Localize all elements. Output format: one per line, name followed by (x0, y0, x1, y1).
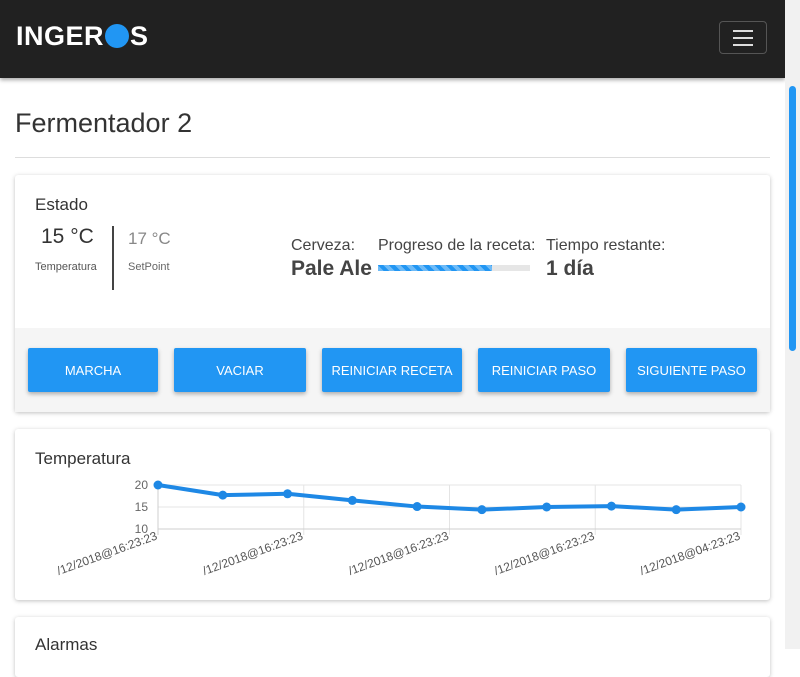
remaining-time-label: Tiempo restante: (546, 237, 666, 254)
alarms-title: Alarmas (35, 635, 98, 654)
temperature-chart-card: Temperatura 10 15 20/12/2018@16:23:23/12/2… (15, 429, 770, 600)
brand-name-left: INGER (16, 20, 105, 51)
marcha-button[interactable]: MARCHA (28, 348, 158, 392)
menu-bar-icon (733, 43, 753, 46)
alarms-card: Alarmas (15, 617, 770, 677)
temperature-data-point (736, 502, 746, 512)
scrollbar-thumb[interactable] (789, 86, 796, 351)
temperature-data-point (477, 505, 487, 515)
hamburger-menu-button[interactable] (719, 21, 767, 54)
temperature-data-point (671, 505, 681, 515)
menu-bar-icon (733, 29, 753, 32)
siguiente-paso-button[interactable]: SIGUIENTE PASO (626, 348, 757, 392)
temperature-data-point (283, 489, 293, 499)
temperature-data-point (218, 490, 228, 500)
vaciar-button[interactable]: VACIAR (174, 348, 306, 392)
y-tick-label: 15 (135, 500, 149, 514)
x-tick-label: /12/2018@16:23:23 (346, 529, 450, 578)
reiniciar-paso-button[interactable]: REINICIAR PASO (478, 348, 610, 392)
temperature-line-chart: 101520/12/2018@16:23:23/12/2018@16:23:23… (55, 478, 746, 578)
logo-dot-icon (105, 24, 130, 48)
temperature-data-point (153, 480, 163, 490)
x-tick-label: /12/2018@16:23:23 (492, 529, 596, 578)
x-tick-label: /12/2018@16:23:23 (55, 529, 159, 578)
brand-logo[interactable]: INGER S (16, 18, 149, 54)
setpoint-label: SetPoint (128, 261, 170, 273)
menu-bar-icon (733, 36, 753, 39)
remaining-time-value: 1 día (546, 257, 594, 280)
estado-title: Estado (35, 195, 88, 214)
action-button-bar: MARCHA VACIAR REINICIAR RECETA REINICIAR… (15, 328, 770, 412)
recipe-progress-bar (378, 265, 530, 271)
temperature-data-point (347, 495, 357, 505)
reiniciar-receta-button[interactable]: REINICIAR RECETA (322, 348, 462, 392)
recipe-progress-label: Progreso de la receta: (378, 237, 536, 254)
y-tick-label: 20 (135, 478, 149, 492)
setpoint-value: 17 °C (128, 229, 171, 248)
x-tick-label: /12/2018@16:23:23 (201, 529, 305, 578)
temperature-data-point (412, 502, 422, 512)
navbar: INGER S (0, 0, 785, 78)
status-divider (112, 226, 114, 290)
beer-label: Cerveza: (291, 237, 356, 254)
temperature-value: 15 °C (41, 225, 94, 248)
temperature-label: Temperatura (35, 261, 97, 273)
x-tick-label: /12/2018@04:23:23 (638, 529, 742, 578)
estado-card: Estado 15 °C Temperatura 17 °C SetPoint … (15, 175, 770, 412)
page-scrollbar[interactable] (785, 0, 800, 649)
temperature-data-point (606, 501, 616, 511)
recipe-progress-fill (378, 265, 492, 271)
temperature-data-point (542, 502, 552, 512)
brand-name-right: S (130, 20, 149, 51)
title-divider (15, 157, 770, 158)
page-title: Fermentador 2 (15, 108, 193, 138)
beer-value: Pale Ale (291, 257, 372, 280)
